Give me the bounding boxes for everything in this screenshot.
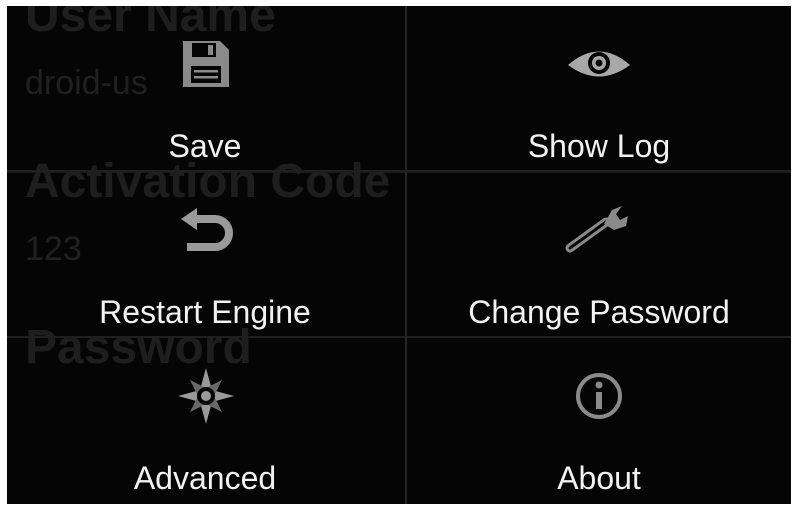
screen: User Name droid-us Activation Code 123 P… — [7, 6, 791, 504]
info-icon — [564, 364, 634, 428]
floppy-disk-icon — [171, 32, 241, 96]
menu-item-label: Change Password — [468, 294, 730, 330]
menu-item-restart-engine[interactable]: Restart Engine — [7, 172, 407, 338]
menu-item-about[interactable]: About — [407, 338, 791, 504]
menu-item-show-log[interactable]: Show Log — [407, 6, 791, 172]
menu-item-save[interactable]: Save — [7, 6, 407, 172]
menu-item-advanced[interactable]: Advanced — [7, 338, 407, 504]
eye-icon — [564, 32, 634, 96]
menu-item-label: Advanced — [133, 460, 277, 496]
menu-item-label: Restart Engine — [99, 294, 311, 330]
wrench-icon — [564, 198, 634, 262]
options-menu: Save Show Log Restart Engine Change Pass… — [7, 6, 791, 504]
menu-item-label: Show Log — [527, 128, 671, 164]
menu-item-change-password[interactable]: Change Password — [407, 172, 791, 338]
undo-arrow-icon — [171, 198, 241, 262]
compass-star-icon — [171, 364, 241, 428]
menu-item-label: About — [557, 460, 641, 496]
menu-item-label: Save — [168, 128, 242, 164]
